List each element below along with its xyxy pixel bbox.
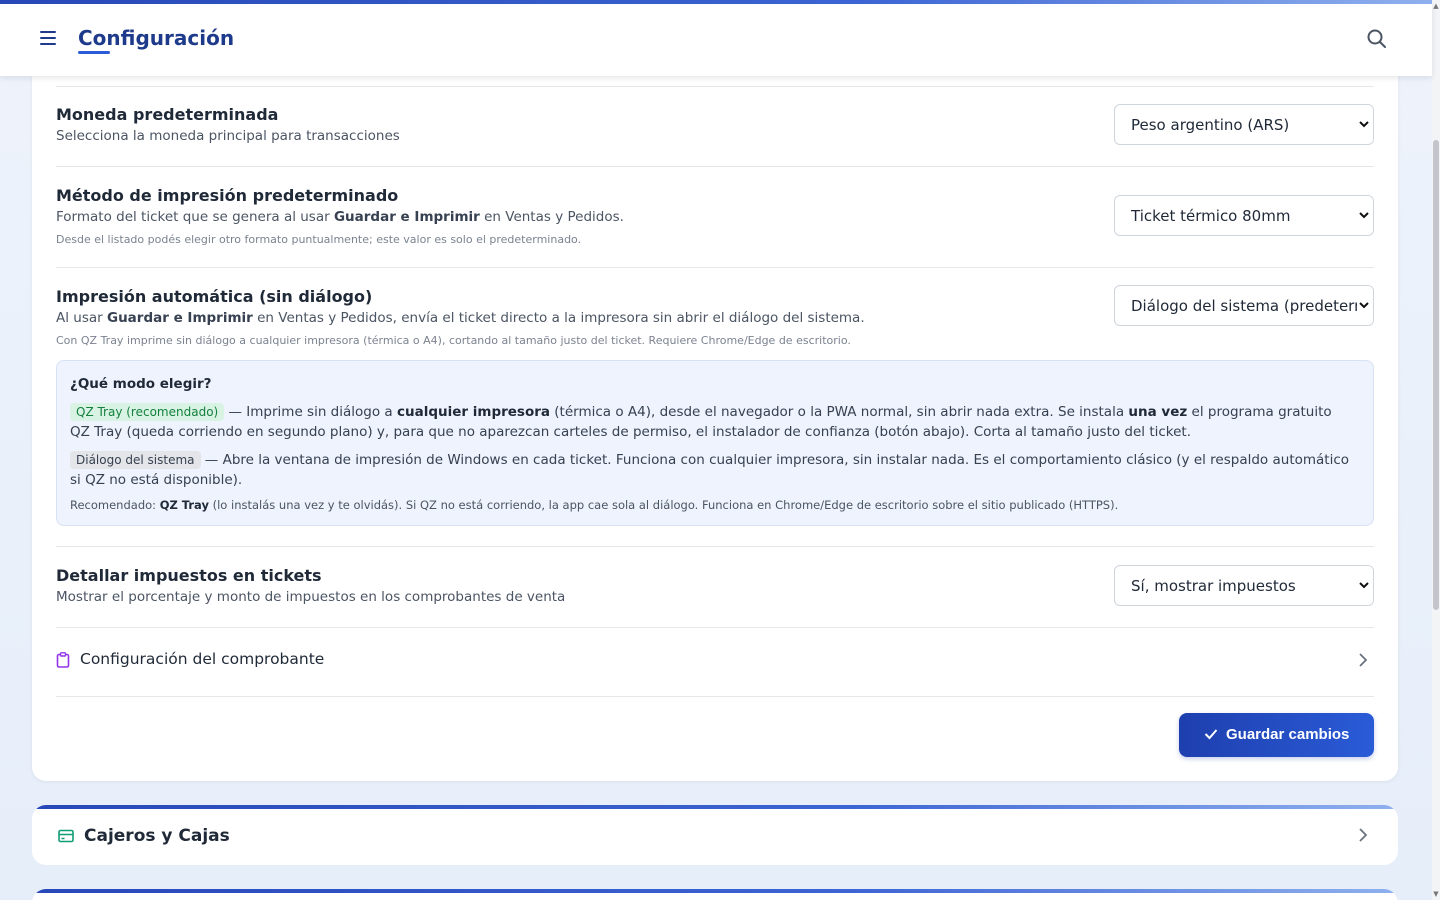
app-header: Configuración — [0, 4, 1432, 76]
print-method-select[interactable]: Ticket térmico 80mm — [1114, 195, 1374, 236]
auto-print-select[interactable]: Diálogo del sistema (predeterminado) — [1114, 285, 1374, 326]
print-mode-info-box: ¿Qué modo elegir? QZ Tray (recomendado) … — [56, 360, 1374, 526]
save-button[interactable]: Guardar cambios — [1179, 713, 1374, 757]
card-accent-bar — [32, 889, 1398, 893]
card-accent-bar — [32, 805, 1398, 809]
check-icon — [1204, 728, 1218, 743]
currency-title: Moneda predeterminada — [56, 105, 279, 124]
taxes-select-value: Sí, mostrar impuestos — [1131, 577, 1296, 595]
currency-select-value: Peso argentino (ARS) — [1131, 116, 1290, 134]
qz-tray-explanation: QZ Tray (recomendado) — Imprime sin diál… — [70, 403, 1332, 440]
cashiers-section-card[interactable]: Cajeros y Cajas — [32, 805, 1398, 865]
page-title: Configuración — [78, 26, 235, 50]
divider — [56, 627, 1374, 628]
chevron-down-icon — [1357, 196, 1373, 235]
divider — [56, 86, 1374, 87]
chevron-down-icon — [1357, 566, 1373, 605]
print-method-note: Desde el listado podés elegir otro forma… — [56, 233, 582, 246]
cashiers-section-title: Cajeros y Cajas — [84, 826, 230, 846]
print-method-description: Formato del ticket que se genera al usar… — [56, 209, 624, 225]
system-dialog-tag: Diálogo del sistema — [70, 451, 201, 469]
auto-print-select-value: Diálogo del sistema (predeterminado) — [1131, 297, 1373, 315]
taxes-select[interactable]: Sí, mostrar impuestos — [1114, 565, 1374, 606]
receipt-config-link[interactable]: Configuración del comprobante — [56, 640, 1374, 680]
chevron-right-icon — [1358, 827, 1368, 847]
chevron-down-icon — [1357, 105, 1373, 144]
credit-card-icon — [58, 828, 74, 847]
taxes-description: Mostrar el porcentaje y monto de impuest… — [56, 589, 566, 605]
auto-print-note: Con QZ Tray imprime sin diálogo a cualqu… — [56, 334, 851, 347]
auto-print-title: Impresión automática (sin diálogo) — [56, 287, 373, 306]
divider — [56, 696, 1374, 697]
print-method-title: Método de impresión predeterminado — [56, 186, 399, 205]
divider — [56, 267, 1374, 268]
save-button-label: Guardar cambios — [1226, 726, 1350, 743]
scroll-down-arrow-icon[interactable]: ▼ — [1433, 890, 1439, 898]
clipboard-icon — [56, 652, 70, 672]
info-title: ¿Qué modo elegir? — [70, 376, 212, 392]
system-dialog-explanation: Diálogo del sistema — Abre la ventana de… — [70, 451, 1350, 488]
top-accent-bar — [0, 0, 1432, 4]
receipt-config-label: Configuración del comprobante — [80, 650, 325, 668]
menu-icon[interactable] — [40, 31, 56, 45]
chevron-right-icon — [1358, 652, 1368, 672]
divider — [56, 546, 1374, 547]
scrollbar[interactable]: ▲ ▼ — [1432, 0, 1440, 900]
auto-print-description: Al usar Guardar e Imprimir en Ventas y P… — [56, 310, 865, 326]
scrollbar-thumb[interactable] — [1433, 140, 1439, 610]
next-section-card[interactable] — [32, 889, 1398, 900]
scroll-up-arrow-icon[interactable]: ▲ — [1433, 2, 1439, 10]
qz-tray-tag: QZ Tray (recomendado) — [70, 403, 225, 421]
search-icon[interactable] — [1366, 28, 1388, 50]
currency-select[interactable]: Peso argentino (ARS) — [1114, 104, 1374, 145]
chevron-down-icon — [1357, 286, 1373, 325]
taxes-title: Detallar impuestos en tickets — [56, 566, 322, 585]
info-recommendation: Recomendado: QZ Tray (lo instalás una ve… — [70, 498, 1119, 512]
print-method-select-value: Ticket térmico 80mm — [1131, 207, 1291, 225]
divider — [56, 166, 1374, 167]
currency-description: Selecciona la moneda principal para tran… — [56, 128, 400, 144]
title-underline — [78, 51, 110, 54]
